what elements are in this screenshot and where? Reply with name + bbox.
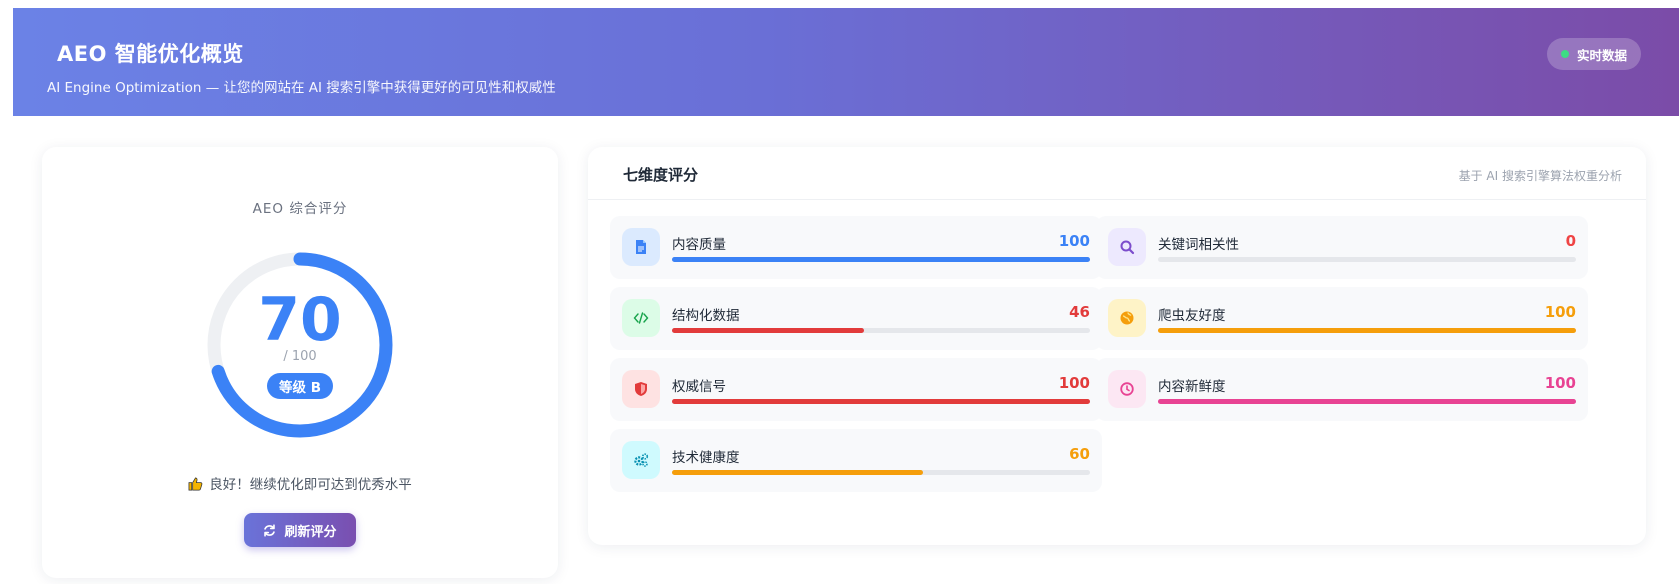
score-tip: 良好！继续优化即可达到优秀水平	[42, 473, 558, 493]
dimension-score: 100	[1544, 303, 1576, 321]
dimension-card-title: 七维度评分	[623, 166, 699, 184]
grade-badge: 等级 B	[267, 373, 333, 399]
gears-icon	[634, 453, 649, 467]
dimension-card-note: 基于 AI 搜索引擎算法权重分析	[1458, 169, 1622, 183]
refresh-score-button[interactable]: 刷新评分	[244, 513, 356, 547]
live-data-label: 实时数据	[1576, 47, 1627, 63]
score-tip-text: 良好！继续优化即可达到优秀水平	[209, 477, 412, 493]
globe-icon	[1120, 311, 1134, 325]
dimension-item[interactable]: 关键词相关性 0	[1096, 216, 1588, 279]
dimension-progress-track	[672, 399, 1090, 404]
dimension-name: 技术健康度	[672, 450, 740, 466]
shield-icon	[635, 382, 647, 396]
dimension-scores-card: 七维度评分 基于 AI 搜索引擎算法权重分析 内容质量 100 关键词相关性 0 结构化…	[588, 147, 1646, 545]
dimension-icon	[1108, 370, 1146, 408]
code-icon	[633, 312, 649, 324]
dimension-item[interactable]: 权威信号 100	[610, 358, 1102, 421]
live-data-badge[interactable]: 实时数据	[1546, 38, 1641, 70]
dimension-progress-track	[1158, 257, 1576, 262]
score-max: / 100	[283, 349, 317, 364]
dimension-progress-track	[672, 470, 1090, 475]
dimension-score: 100	[1058, 232, 1090, 250]
dimension-progress-track	[1158, 328, 1576, 333]
dimension-name: 内容新鲜度	[1158, 379, 1226, 395]
dimension-progress-track	[672, 257, 1090, 262]
dimension-icon	[622, 228, 660, 266]
refresh-icon	[264, 523, 276, 537]
dimension-progress-fill	[672, 470, 923, 475]
dimension-progress-fill	[672, 328, 865, 333]
dimension-name: 爬虫友好度	[1158, 308, 1226, 324]
dimension-item[interactable]: 技术健康度 60	[610, 429, 1102, 492]
dimension-name: 结构化数据	[672, 308, 740, 324]
dimension-name: 内容质量	[672, 237, 726, 253]
header-banner: AEO 智能优化概览 AI Engine Optimization — 让您的网…	[13, 8, 1679, 116]
dimension-item[interactable]: 结构化数据 46	[610, 287, 1102, 350]
dimension-icon	[1108, 228, 1146, 266]
dimension-score: 60	[1069, 445, 1090, 463]
refresh-score-label: 刷新评分	[284, 524, 337, 540]
dimension-item[interactable]: 爬虫友好度 100	[1096, 287, 1588, 350]
dimension-icon	[622, 370, 660, 408]
dimension-item[interactable]: 内容新鲜度 100	[1096, 358, 1588, 421]
dimension-score: 100	[1544, 374, 1576, 392]
page-title: AEO 智能优化概览	[57, 42, 244, 66]
dimension-score: 46	[1069, 303, 1090, 321]
score-label: AEO 综合评分	[252, 201, 348, 217]
score-value: 70	[258, 285, 342, 355]
dimension-icon	[622, 441, 660, 479]
dimension-icon	[1108, 299, 1146, 337]
dimension-card-header: 七维度评分 基于 AI 搜索引擎算法权重分析	[588, 147, 1646, 200]
dimension-icon	[622, 299, 660, 337]
clock-icon	[1120, 382, 1134, 396]
search-icon	[1120, 240, 1135, 255]
dimension-progress-track	[672, 328, 1090, 333]
dimension-name: 权威信号	[672, 379, 726, 395]
dimension-progress-fill	[672, 257, 1090, 262]
page-subtitle: AI Engine Optimization — 让您的网站在 AI 搜索引擎中…	[47, 80, 556, 96]
dimension-item[interactable]: 内容质量 100	[610, 216, 1102, 279]
dimension-score: 0	[1565, 232, 1576, 250]
dimension-progress-fill	[672, 399, 1090, 404]
dimension-progress-track	[1158, 399, 1576, 404]
dimension-progress-fill	[1158, 328, 1576, 333]
dimension-name: 关键词相关性	[1158, 237, 1239, 253]
live-status-dot-icon	[1560, 50, 1569, 58]
overall-score-card: AEO 综合评分 70 / 100 等级 B 良好！继续优化即可达到优秀水平 刷…	[42, 147, 558, 578]
thumbs-up-icon	[188, 476, 203, 490]
dimension-progress-fill	[1158, 399, 1576, 404]
dimension-score: 100	[1058, 374, 1090, 392]
document-icon	[636, 240, 646, 254]
